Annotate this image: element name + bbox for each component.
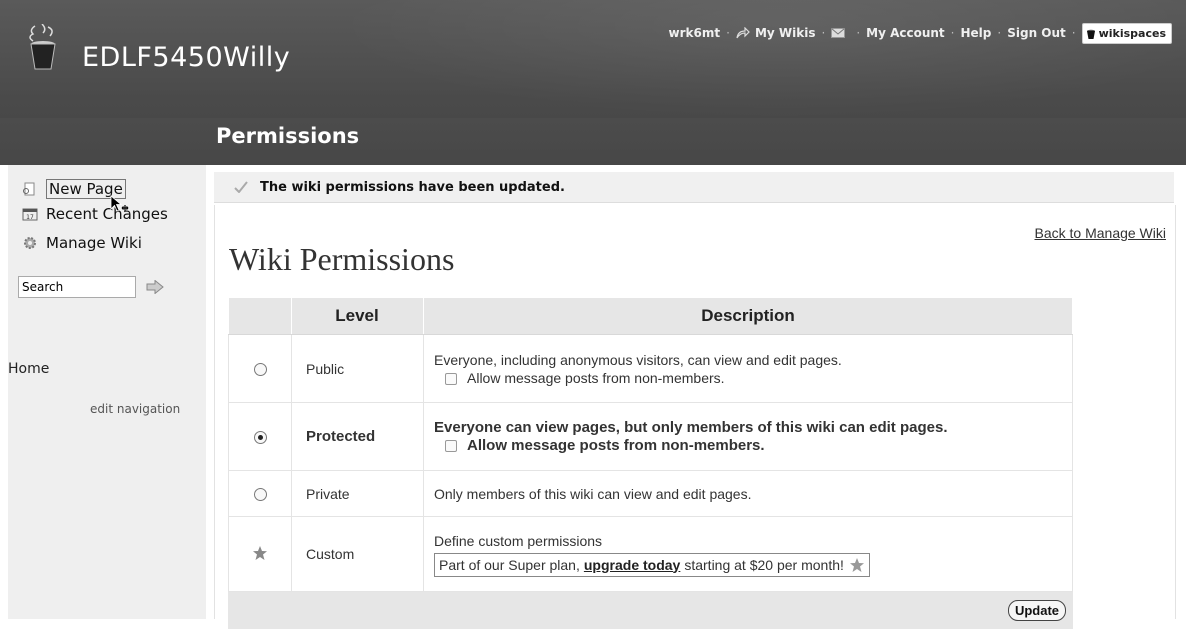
edit-navigation-link[interactable]: edit navigation	[90, 402, 180, 416]
upgrade-today-link[interactable]: upgrade today	[584, 556, 680, 574]
table-row-protected: Protected Everyone can view pages, but o…	[228, 402, 1073, 471]
search-arrow-icon[interactable]	[146, 280, 164, 294]
level-private: Private	[291, 470, 424, 517]
description-cell: Everyone can view pages, but only member…	[423, 402, 1073, 471]
table-row-custom: Custom Define custom permissions Part of…	[228, 516, 1073, 592]
home-link[interactable]: Home	[8, 361, 49, 377]
username-link[interactable]: wrk6mt	[669, 26, 721, 40]
nav-separator: ·	[950, 26, 955, 40]
description-cell: Define custom permissions Part of our Su…	[423, 516, 1073, 592]
main-content: Back to Manage Wiki Wiki Permissions Lev…	[214, 205, 1176, 629]
sign-out-link[interactable]: Sign Out	[1007, 26, 1066, 40]
success-notice: The wiki permissions have been updated.	[214, 172, 1174, 203]
svg-text:17: 17	[26, 214, 34, 221]
star-icon	[253, 545, 267, 560]
wikispaces-pot-small-icon	[1086, 29, 1095, 39]
my-account-link[interactable]: My Account	[866, 26, 945, 40]
help-link[interactable]: Help	[961, 26, 992, 40]
star-icon	[849, 557, 864, 572]
radio-cell	[228, 470, 292, 517]
manage-wiki-label: Manage Wiki	[46, 234, 142, 252]
protected-description: Everyone can view pages, but only member…	[434, 418, 948, 436]
description-cell: Everyone, including anonymous visitors, …	[423, 334, 1073, 403]
new-page-icon	[22, 181, 40, 197]
protected-allow-posts-checkbox[interactable]	[445, 439, 457, 452]
share-arrow-icon	[736, 27, 750, 39]
recent-changes-label: Recent Changes	[46, 205, 168, 223]
checkbox-label: Allow message posts from non-members.	[467, 436, 765, 454]
nav-separator: ·	[1071, 26, 1076, 40]
permissions-table: Level Description Public Everyone, inclu…	[228, 297, 1073, 629]
checkbox-label: Allow message posts from non-members.	[467, 369, 725, 386]
nav-separator: ·	[856, 26, 861, 40]
level-column-header: Level	[291, 297, 424, 335]
site-header: EDLF5450Willy wrk6mt · My Wikis · · My A…	[0, 0, 1186, 165]
page-heading: Permissions	[216, 124, 360, 148]
table-row-private: Private Only members of this wiki can vi…	[228, 470, 1073, 517]
mouse-pointer-icon	[110, 195, 129, 212]
sidebar-search	[18, 276, 164, 298]
checkbox-row: Allow message posts from non-members.	[434, 369, 1062, 387]
radio-cell	[228, 334, 292, 403]
private-description: Only members of this wiki can view and e…	[423, 470, 1073, 517]
search-input[interactable]	[18, 276, 136, 298]
table-header-row: Level Description	[228, 297, 1073, 335]
public-description: Everyone, including anonymous visitors, …	[434, 351, 842, 368]
wikispaces-brand-label: wikispaces	[1098, 26, 1166, 40]
level-custom: Custom	[291, 516, 424, 592]
nav-separator: ·	[997, 26, 1002, 40]
checkmark-icon	[234, 181, 248, 193]
user-navigation: wrk6mt · My Wikis · · My Account · Help …	[669, 22, 1172, 44]
radio-cell	[228, 516, 292, 592]
header-decoration	[330, 0, 1186, 120]
table-footer-row: Update	[228, 591, 1073, 629]
protected-radio[interactable]	[253, 430, 267, 444]
update-button[interactable]: Update	[1007, 599, 1066, 621]
my-wikis-link[interactable]: My Wikis	[755, 26, 816, 40]
public-radio[interactable]	[253, 363, 267, 377]
recent-changes-link[interactable]: 17 Recent Changes	[22, 205, 168, 223]
checkbox-row: Allow message posts from non-members.	[434, 437, 1062, 455]
page-heading-band	[0, 118, 1186, 165]
wikispaces-brand-badge[interactable]: wikispaces	[1081, 22, 1172, 44]
calendar-icon: 17	[22, 206, 40, 222]
mail-envelope-icon[interactable]	[831, 28, 846, 38]
back-to-manage-wiki-link[interactable]: Back to Manage Wiki	[1035, 225, 1167, 241]
radio-cell	[228, 402, 292, 471]
upgrade-suffix: starting at $20 per month!	[684, 556, 844, 573]
gear-icon	[22, 235, 40, 251]
footer-cell: Update	[228, 591, 1073, 629]
table-row-public: Public Everyone, including anonymous vis…	[228, 334, 1073, 403]
wiki-permissions-title: Wiki Permissions	[229, 241, 455, 277]
notice-message: The wiki permissions have been updated.	[260, 179, 565, 195]
upgrade-prefix: Part of our Super plan,	[439, 556, 580, 573]
custom-description: Define custom permissions	[434, 532, 603, 549]
private-radio[interactable]	[253, 488, 267, 502]
level-public: Public	[291, 334, 424, 403]
level-protected: Protected	[291, 402, 424, 471]
upgrade-promo: Part of our Super plan, upgrade today st…	[434, 552, 870, 577]
sidebar: New Page 17 Recent Changes Manage Wiki H…	[8, 165, 206, 619]
description-column-header: Description	[423, 297, 1073, 335]
wikispaces-pot-logo-icon	[29, 24, 56, 70]
manage-wiki-link[interactable]: Manage Wiki	[22, 234, 142, 252]
radio-column-header	[228, 297, 292, 335]
nav-separator: ·	[821, 26, 826, 40]
site-title[interactable]: EDLF5450Willy	[82, 42, 290, 73]
nav-separator: ·	[726, 26, 730, 40]
public-allow-posts-checkbox[interactable]	[445, 372, 457, 385]
